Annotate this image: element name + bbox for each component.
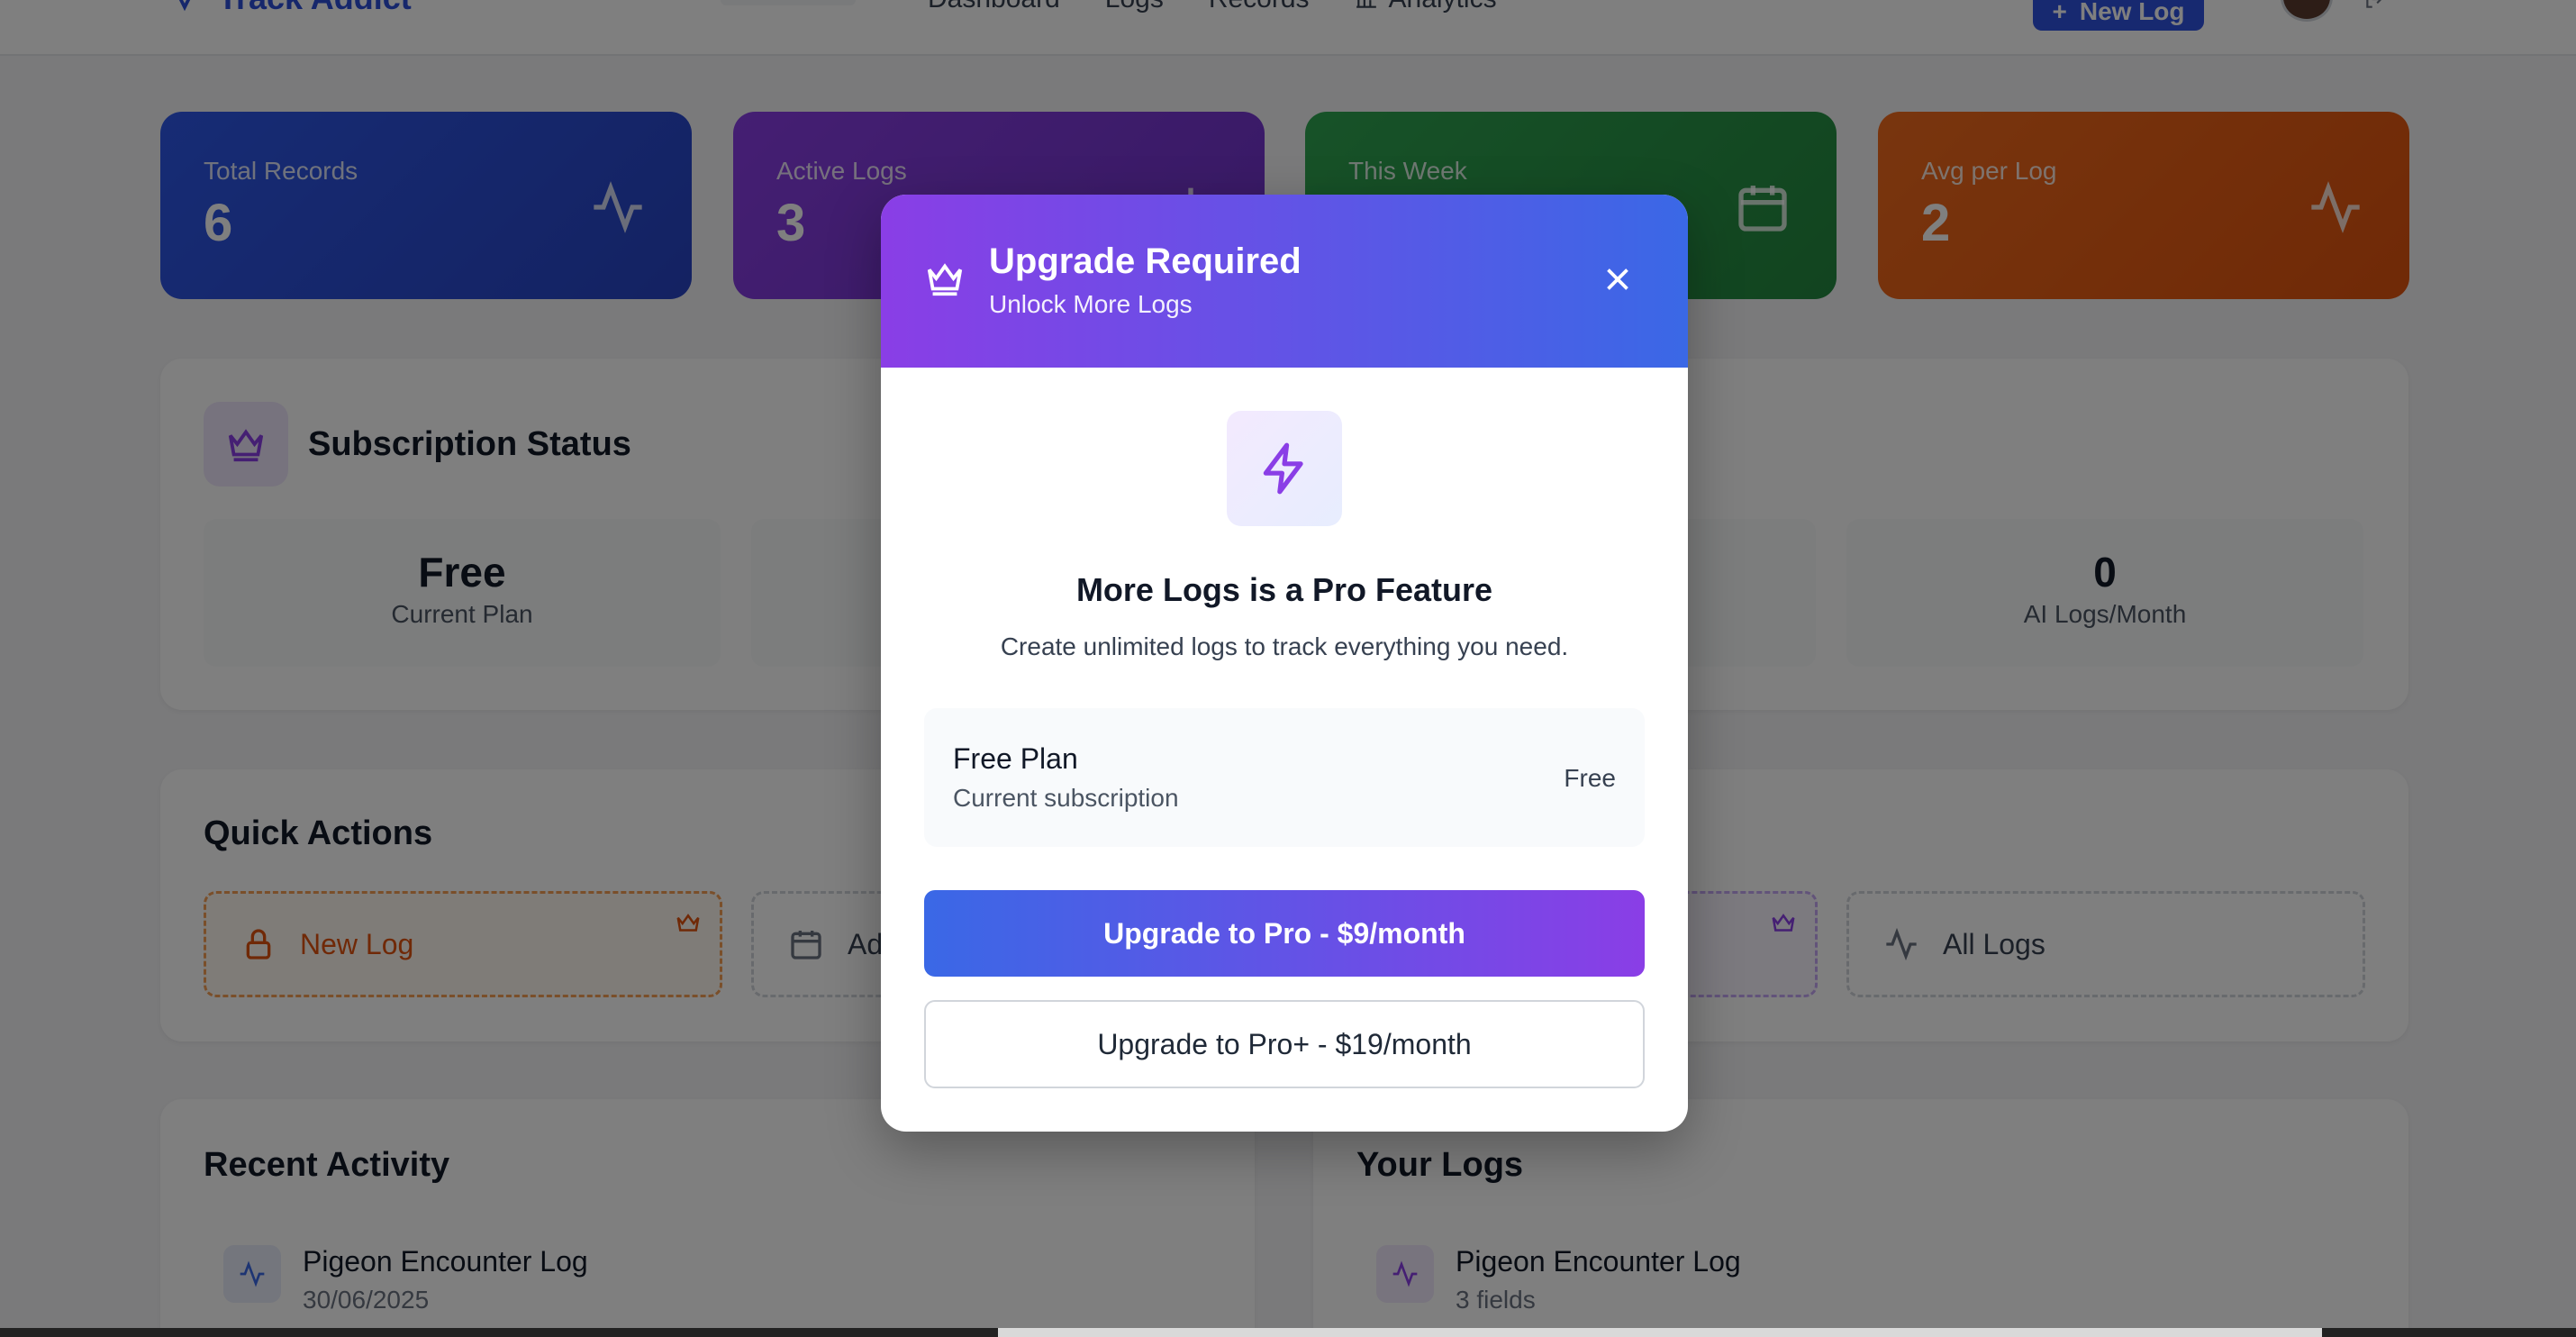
modal-subtitle: Unlock More Logs xyxy=(989,290,1193,318)
crown-icon xyxy=(927,263,963,296)
upgrade-pro-plus-button[interactable]: Upgrade to Pro+ - $19/month xyxy=(924,1000,1645,1088)
plan-price: Free xyxy=(1564,764,1616,792)
screen-edge-segment xyxy=(998,1328,2322,1337)
lightning-icon xyxy=(1263,442,1303,495)
current-plan-box: Free Plan Current subscription Free xyxy=(924,708,1645,847)
upgrade-modal: Upgrade Required Unlock More Logs More L… xyxy=(881,195,1688,1132)
feature-title: More Logs is a Pro Feature xyxy=(1075,571,1493,608)
feature-description: Create unlimited logs to track everythin… xyxy=(1000,632,1569,660)
plan-subtitle: Current subscription xyxy=(953,784,1179,812)
modal-title: Upgrade Required xyxy=(989,241,1302,281)
close-icon[interactable] xyxy=(1601,263,1634,296)
modal-header: Upgrade Required Unlock More Logs xyxy=(881,195,1688,368)
plan-name: Free Plan xyxy=(953,742,1078,775)
screen-edge xyxy=(0,1328,2576,1337)
app-root: Track Addict Dashboard Logs Records Anal… xyxy=(0,0,2576,1337)
upgrade-pro-button[interactable]: Upgrade to Pro - $9/month xyxy=(924,890,1645,977)
feature-badge xyxy=(1227,411,1342,526)
